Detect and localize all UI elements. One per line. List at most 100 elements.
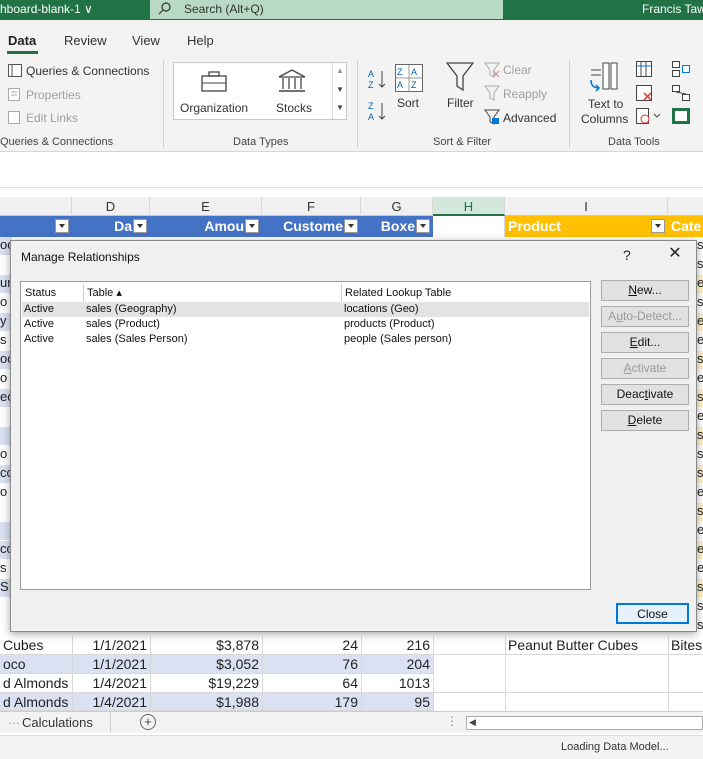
add-sheet-icon[interactable]: + [140, 714, 156, 730]
data-validation-icon[interactable] [636, 108, 662, 124]
header-amount[interactable]: Amou [150, 216, 262, 237]
column-header-related[interactable]: Related Lookup Table [345, 284, 451, 302]
splitter-handle-icon[interactable]: ⋮ [446, 714, 458, 728]
close-icon[interactable]: ✕ [666, 245, 684, 263]
flash-fill-icon[interactable] [636, 61, 652, 77]
text-to-columns-label-1[interactable]: Text to [588, 97, 623, 111]
relationship-row[interactable]: Active sales (Product) products (Product… [22, 317, 589, 332]
relationship-row[interactable]: Active sales (Sales Person) people (Sale… [22, 332, 589, 347]
cell-customers[interactable]: 24 [262, 636, 361, 655]
column-header-h[interactable]: H [433, 197, 505, 216]
edit-links-button[interactable]: Edit Links [26, 111, 78, 125]
chevron-up-icon[interactable]: ▲ [336, 66, 344, 75]
advanced-button[interactable]: Advanced [503, 111, 556, 125]
column-header-i[interactable]: I [505, 197, 668, 216]
header-boxes[interactable]: Boxe [361, 216, 433, 237]
remove-duplicates-icon[interactable] [636, 85, 652, 101]
help-icon[interactable]: ? [623, 247, 631, 263]
sort-button[interactable]: Sort [397, 96, 419, 110]
cell-customers[interactable]: 76 [262, 655, 361, 674]
cell-date[interactable]: 1/1/2021 [72, 655, 150, 674]
filter-dropdown-icon[interactable] [245, 219, 259, 233]
header-product-col[interactable] [0, 216, 72, 237]
cell-date[interactable]: 1/4/2021 [72, 693, 150, 712]
column-header-d[interactable]: D [72, 197, 150, 216]
cell-customers[interactable]: 179 [262, 693, 361, 712]
cell-amount[interactable]: $3,052 [150, 655, 262, 674]
tab-data[interactable]: Data [8, 33, 36, 48]
header-date[interactable]: Da [72, 216, 150, 237]
filter-dropdown-icon[interactable] [651, 219, 665, 233]
empty-cell[interactable] [433, 655, 703, 674]
cell-amount[interactable]: $3,878 [150, 636, 262, 655]
cell-product-short[interactable]: d Almonds [3, 674, 72, 693]
header-category[interactable]: Cate [668, 216, 703, 237]
close-button[interactable]: Close [616, 603, 689, 624]
formula-bar[interactable] [0, 152, 703, 188]
cell-boxes[interactable]: 95 [361, 693, 433, 712]
tab-view[interactable]: View [132, 33, 160, 48]
column-header-g[interactable]: G [361, 197, 433, 216]
filter-dropdown-icon[interactable] [55, 219, 69, 233]
reapply-button[interactable]: Reapply [503, 87, 547, 101]
edit-button[interactable]: Edit... [601, 332, 689, 353]
column-header-table[interactable]: Table ▴ [87, 284, 122, 302]
filter-dropdown-icon[interactable] [344, 219, 358, 233]
cell-product-short[interactable]: Cubes [3, 636, 72, 655]
column-header-status[interactable]: Status [25, 284, 56, 302]
delete-button[interactable]: Delete [601, 410, 689, 431]
filter-button[interactable]: Filter [447, 96, 474, 110]
deactivate-button[interactable]: Deactivate [601, 384, 689, 405]
sheet-tab-ellipsis[interactable]: … [8, 713, 20, 727]
auto-detect-button[interactable]: Auto-Detect... [601, 306, 689, 327]
cell-boxes[interactable]: 216 [361, 636, 433, 655]
sort-descending-icon[interactable]: ZA [368, 100, 388, 122]
relationships-list[interactable]: Status Table ▴ Related Lookup Table Acti… [20, 281, 591, 590]
filter-dropdown-icon[interactable] [133, 219, 147, 233]
column-header-c[interactable] [0, 197, 72, 216]
cell-boxes[interactable]: 1013 [361, 674, 433, 693]
search-box[interactable]: Search (Alt+Q) [150, 0, 503, 19]
header-customers[interactable]: Custome [262, 216, 361, 237]
gallery-expand-icon[interactable]: ▼ [336, 103, 344, 112]
filter-dropdown-icon[interactable] [416, 219, 430, 233]
horizontal-scrollbar[interactable]: ◀ [466, 716, 703, 730]
organization-button[interactable]: Organization [174, 63, 254, 119]
cell-boxes[interactable]: 204 [361, 655, 433, 674]
cell-category[interactable]: Bites [671, 636, 703, 655]
new-button[interactable]: New... [601, 280, 689, 301]
relationships-icon[interactable] [672, 85, 690, 101]
cell-amount[interactable]: $1,988 [150, 693, 262, 712]
empty-cell[interactable] [433, 216, 505, 237]
cell-product[interactable]: Peanut Butter Cubes [508, 636, 668, 655]
sheet-tab-calculations[interactable]: Calculations [22, 715, 93, 730]
tab-help[interactable]: Help [187, 33, 214, 48]
text-to-columns-label-2[interactable]: Columns [581, 112, 628, 126]
tab-review[interactable]: Review [64, 33, 107, 48]
stocks-button[interactable]: Stocks [260, 63, 330, 119]
user-name[interactable]: Francis Taw [642, 2, 703, 16]
empty-cell[interactable] [433, 693, 703, 711]
chevron-down-icon[interactable]: ▼ [336, 85, 344, 94]
gallery-scroll[interactable]: ▲ ▼ ▼ [332, 63, 347, 119]
cell-customers[interactable]: 64 [262, 674, 361, 693]
column-header-f[interactable]: F [262, 197, 361, 216]
document-name[interactable]: hboard-blank-1 ∨ [0, 2, 93, 16]
relationship-row[interactable]: Active sales (Geography) locations (Geo) [22, 302, 589, 317]
cell-product-short[interactable]: oco [3, 655, 72, 674]
sort-ascending-icon[interactable]: AZ [368, 68, 388, 90]
properties-button[interactable]: Properties [26, 88, 81, 102]
data-model-icon[interactable] [672, 108, 690, 124]
cell-date[interactable]: 1/4/2021 [72, 674, 150, 693]
cell-date[interactable]: 1/1/2021 [72, 636, 150, 655]
queries-connections-button[interactable]: Queries & Connections [26, 64, 149, 78]
clear-button[interactable]: Clear [503, 63, 532, 77]
cell-amount[interactable]: $19,229 [150, 674, 262, 693]
column-header-j[interactable] [668, 197, 703, 216]
cell-product-short[interactable]: d Almonds [3, 693, 72, 712]
column-header-e[interactable]: E [150, 197, 262, 216]
header-product[interactable]: Product [505, 216, 668, 237]
scroll-left-icon[interactable]: ◀ [469, 717, 476, 728]
activate-button[interactable]: Activate [601, 358, 689, 379]
consolidate-icon[interactable] [672, 61, 690, 77]
